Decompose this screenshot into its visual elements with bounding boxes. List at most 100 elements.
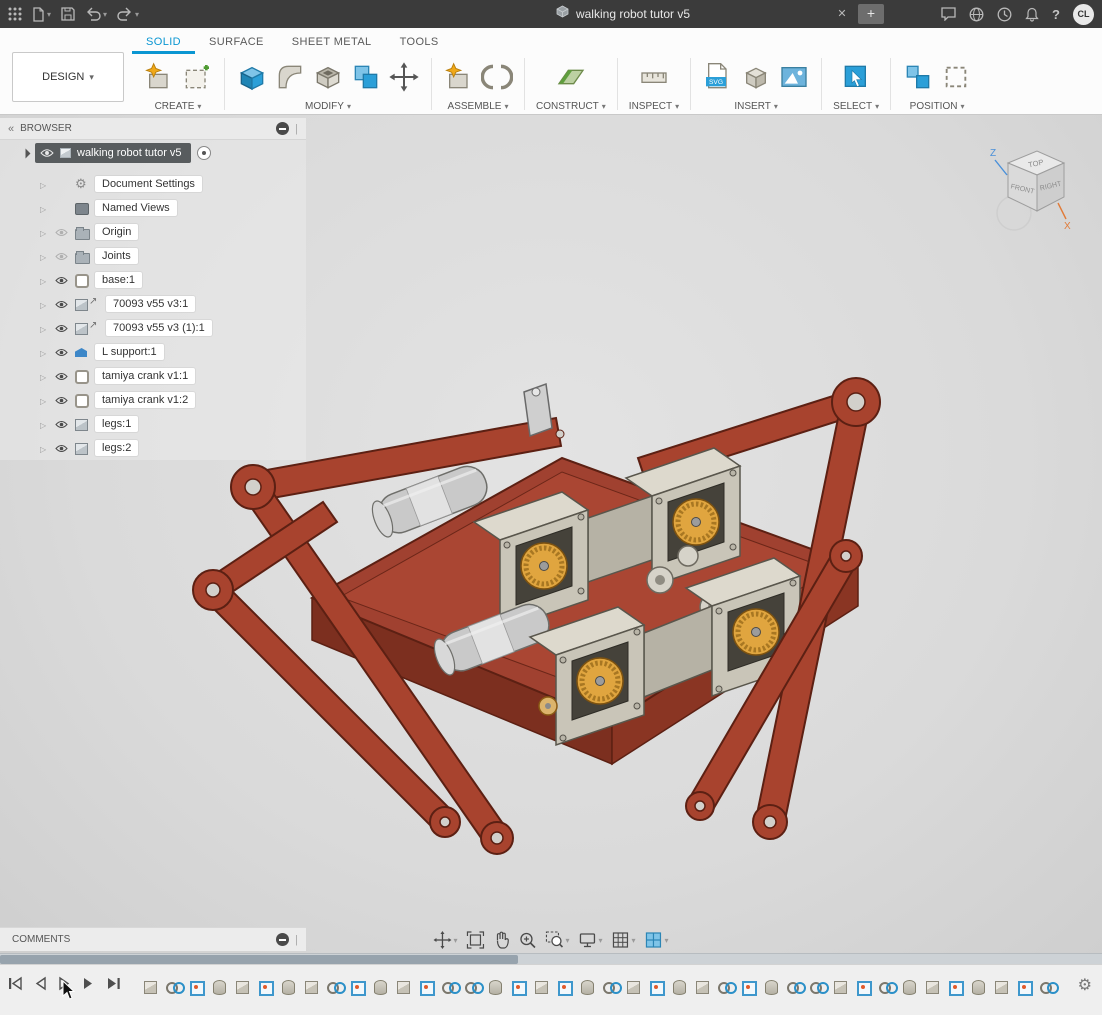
visibility-eye-icon[interactable] — [55, 348, 69, 357]
tab-surface[interactable]: SURFACE — [195, 36, 278, 54]
zoom-window-icon[interactable] — [545, 931, 569, 949]
feature-icon[interactable] — [1040, 978, 1055, 995]
go-to-start-button[interactable] — [8, 976, 23, 991]
file-menu-icon[interactable] — [32, 7, 51, 22]
comments-icon[interactable] — [941, 7, 956, 21]
combine-icon[interactable] — [350, 61, 382, 93]
browser-row[interactable]: Origin — [0, 220, 306, 244]
expand-arrow-icon[interactable] — [40, 415, 50, 433]
help-icon[interactable] — [1052, 7, 1060, 22]
feature-icon[interactable] — [787, 978, 802, 995]
insert-canvas-icon[interactable] — [778, 61, 810, 93]
insert-svg-icon[interactable]: SVG — [702, 61, 734, 93]
measure-icon[interactable] — [638, 61, 670, 93]
visibility-eye-icon[interactable] — [40, 148, 54, 158]
root-node-label[interactable]: walking robot tutor v5 — [77, 147, 182, 159]
job-status-icon[interactable] — [997, 7, 1012, 22]
pan-orbit-icon[interactable] — [433, 931, 457, 949]
viewport-canvas[interactable]: BROWSER | walking robot tutor v5 — [0, 115, 1102, 953]
group-label-insert[interactable]: INSERT — [734, 101, 771, 112]
step-forward-button[interactable] — [82, 976, 95, 991]
horizontal-scrollbar[interactable] — [0, 953, 1102, 964]
insert-derive-icon[interactable] — [740, 61, 772, 93]
visibility-eye-icon[interactable] — [55, 444, 69, 453]
feature-icon[interactable] — [557, 978, 572, 995]
joint-icon[interactable] — [481, 61, 513, 93]
go-to-end-button[interactable] — [106, 976, 121, 991]
close-tab-icon[interactable] — [834, 6, 850, 22]
visibility-eye-icon[interactable] — [55, 396, 69, 405]
create-sketch-icon[interactable] — [181, 61, 213, 93]
browser-row[interactable]: tamiya crank v1:2 — [0, 388, 306, 412]
browser-row[interactable]: legs:1 — [0, 412, 306, 436]
feature-icon[interactable] — [1017, 978, 1032, 995]
tab-sheet-metal[interactable]: SHEET METAL — [278, 36, 386, 54]
group-label-position[interactable]: POSITION — [910, 101, 958, 112]
group-label-modify[interactable]: MODIFY — [305, 101, 344, 112]
press-pull-icon[interactable] — [236, 61, 268, 93]
model-crank-bracket[interactable] — [524, 384, 552, 436]
feature-icon[interactable] — [373, 978, 388, 995]
visibility-eye-icon[interactable] — [55, 276, 69, 285]
comments-bar[interactable]: COMMENTS | — [0, 927, 306, 951]
feature-icon[interactable] — [166, 978, 181, 995]
panel-display-toggle-icon[interactable] — [276, 122, 289, 135]
expand-arrow-icon[interactable] — [40, 199, 50, 217]
tab-solid[interactable]: SOLID — [132, 36, 195, 54]
feature-icon[interactable] — [488, 978, 503, 995]
node-label[interactable]: Named Views — [95, 200, 177, 216]
browser-row[interactable]: Named Views — [0, 196, 306, 220]
feature-icon[interactable] — [741, 978, 756, 995]
zoom-icon[interactable] — [518, 931, 536, 949]
new-tab-button[interactable]: + — [858, 4, 884, 24]
visibility-eye-icon[interactable] — [55, 300, 69, 309]
tab-tools[interactable]: TOOLS — [386, 36, 453, 54]
node-label[interactable]: Document Settings — [95, 176, 202, 192]
fit-view-icon[interactable] — [466, 931, 484, 949]
feature-icon[interactable] — [442, 978, 457, 995]
feature-icon[interactable] — [281, 978, 296, 995]
feature-icon[interactable] — [718, 978, 733, 995]
browser-row[interactable]: 70093 v55 v3:1 — [0, 292, 306, 316]
feature-icon[interactable] — [143, 978, 158, 995]
feature-icon[interactable] — [971, 978, 986, 995]
feature-icon[interactable] — [649, 978, 664, 995]
save-icon[interactable] — [61, 7, 75, 21]
select-window-icon[interactable] — [840, 61, 872, 93]
visibility-eye-icon[interactable] — [55, 324, 69, 333]
feature-icon[interactable] — [764, 978, 779, 995]
fillet-icon[interactable] — [274, 61, 306, 93]
redo-icon[interactable] — [117, 7, 139, 21]
feature-icon[interactable] — [534, 978, 549, 995]
expand-arrow-icon[interactable] — [40, 175, 50, 193]
feature-icon[interactable] — [511, 978, 526, 995]
expand-arrow-icon[interactable] — [40, 391, 50, 409]
display-settings-icon[interactable] — [578, 931, 602, 949]
feature-icon[interactable] — [350, 978, 365, 995]
feature-icon[interactable] — [465, 978, 480, 995]
browser-row[interactable]: L support:1 — [0, 340, 306, 364]
feature-icon[interactable] — [810, 978, 825, 995]
browser-row[interactable]: tamiya crank v1:1 — [0, 364, 306, 388]
expand-arrow-icon[interactable] — [40, 367, 50, 385]
document-tab[interactable]: walking robot tutor v5 — [392, 0, 854, 28]
browser-root-row[interactable]: walking robot tutor v5 — [0, 140, 306, 166]
feature-icon[interactable] — [396, 978, 411, 995]
app-launcher-icon[interactable] — [8, 7, 22, 21]
group-label-assemble[interactable]: ASSEMBLE — [448, 101, 502, 112]
layout-grid-icon[interactable] — [612, 931, 636, 949]
comments-toggle-icon[interactable] — [276, 933, 289, 946]
feature-icon[interactable] — [212, 978, 227, 995]
group-label-select[interactable]: SELECT — [833, 101, 872, 112]
group-label-create[interactable]: CREATE — [155, 101, 195, 112]
expand-arrow-icon[interactable] — [40, 319, 50, 337]
browser-row[interactable]: base:1 — [0, 268, 306, 292]
comments-grip[interactable]: | — [295, 934, 298, 946]
assemble-new-component-icon[interactable] — [443, 61, 475, 93]
move-copy-icon[interactable] — [388, 61, 420, 93]
node-label[interactable]: 70093 v55 v3 (1):1 — [106, 320, 212, 336]
visibility-eye-icon[interactable] — [55, 228, 69, 237]
expand-arrow-icon[interactable] — [40, 295, 50, 313]
panel-grip[interactable]: | — [295, 123, 298, 135]
scrollbar-thumb[interactable] — [0, 955, 518, 964]
